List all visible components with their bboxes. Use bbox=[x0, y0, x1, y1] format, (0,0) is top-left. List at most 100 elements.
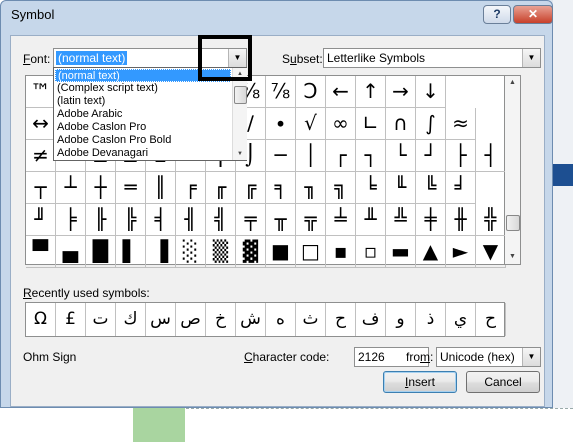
symbol-cell[interactable]: ▐ bbox=[146, 236, 176, 268]
symbol-cell[interactable]: → bbox=[386, 76, 416, 108]
symbol-cell[interactable]: ┐ bbox=[356, 140, 386, 172]
recent-symbol-cell[interactable]: ذ bbox=[416, 303, 446, 336]
symbol-cell[interactable]: ← bbox=[326, 76, 356, 108]
insert-button[interactable]: Insert bbox=[383, 371, 457, 393]
scroll-up-icon[interactable]: ▲ bbox=[505, 76, 520, 90]
symbol-cell[interactable]: ╡ bbox=[146, 204, 176, 236]
symbol-cell[interactable]: ┼ bbox=[86, 172, 116, 204]
symbol-cell[interactable]: ▲ bbox=[416, 236, 446, 268]
recent-symbol-cell[interactable]: ف bbox=[356, 303, 386, 336]
recent-symbol-cell[interactable]: £ bbox=[56, 303, 86, 336]
symbol-cell[interactable]: ▼ bbox=[476, 236, 506, 268]
symbol-cell[interactable]: ≈ bbox=[446, 108, 476, 140]
symbol-cell[interactable]: ▒ bbox=[206, 236, 236, 268]
symbol-cell[interactable]: ╚ bbox=[416, 172, 446, 204]
symbol-cell[interactable]: ╧ bbox=[326, 204, 356, 236]
symbol-cell[interactable]: ∫ bbox=[416, 108, 446, 140]
recent-symbol-cell[interactable]: Ω bbox=[26, 303, 56, 336]
symbol-cell[interactable]: └ bbox=[386, 140, 416, 172]
recent-symbol-cell[interactable]: ص bbox=[176, 303, 206, 336]
symbol-cell[interactable]: ┤ bbox=[476, 140, 506, 172]
symbol-cell[interactable]: ≠ bbox=[26, 140, 56, 172]
symbol-cell[interactable]: ↔ bbox=[26, 108, 56, 140]
font-option[interactable]: (Complex script text) bbox=[55, 82, 231, 95]
symbol-cell[interactable]: ╔ bbox=[236, 172, 266, 204]
cancel-button[interactable]: Cancel bbox=[466, 371, 540, 393]
font-option[interactable]: (normal text) bbox=[55, 69, 231, 82]
recent-symbol-cell[interactable]: ك bbox=[116, 303, 146, 336]
recent-symbol-cell[interactable]: ث bbox=[296, 303, 326, 336]
recent-symbol-cell[interactable]: ش bbox=[236, 303, 266, 336]
symbol-cell[interactable]: ═ bbox=[116, 172, 146, 204]
symbol-cell[interactable]: ▌ bbox=[116, 236, 146, 268]
symbol-cell[interactable]: ▓ bbox=[236, 236, 266, 268]
symbol-cell[interactable]: ╢ bbox=[176, 204, 206, 236]
symbol-cell[interactable]: ╒ bbox=[176, 172, 206, 204]
help-button[interactable]: ? bbox=[483, 5, 511, 24]
scroll-up-icon[interactable]: ▲ bbox=[233, 68, 247, 80]
chevron-down-icon[interactable]: ▼ bbox=[228, 49, 246, 67]
symbol-cell[interactable]: ╘ bbox=[356, 172, 386, 204]
symbol-cell[interactable]: ╤ bbox=[236, 204, 266, 236]
symbol-cell[interactable]: ╕ bbox=[266, 172, 296, 204]
symbol-cell[interactable]: ∙ bbox=[266, 108, 296, 140]
symbol-cell[interactable]: ╙ bbox=[386, 172, 416, 204]
symbol-cell[interactable]: ™ bbox=[26, 76, 56, 108]
symbol-cell[interactable]: ▬ bbox=[386, 236, 416, 268]
recent-symbol-cell[interactable]: ح bbox=[476, 303, 506, 336]
recent-symbol-cell[interactable]: خ bbox=[206, 303, 236, 336]
close-button[interactable]: ✕ bbox=[513, 5, 553, 24]
symbol-cell[interactable]: ┬ bbox=[26, 172, 56, 204]
symbol-cell[interactable]: ∞ bbox=[326, 108, 356, 140]
symbol-cell[interactable]: │ bbox=[296, 140, 326, 172]
symbol-cell[interactable]: ╫ bbox=[446, 204, 476, 236]
chevron-down-icon[interactable]: ▼ bbox=[522, 49, 540, 67]
symbol-cell[interactable]: ╖ bbox=[296, 172, 326, 204]
symbol-cell[interactable]: ╛ bbox=[446, 172, 476, 204]
symbol-cell[interactable]: ║ bbox=[146, 172, 176, 204]
symbol-cell[interactable]: ╟ bbox=[86, 204, 116, 236]
font-option[interactable]: Adobe Caslon Pro bbox=[55, 121, 231, 134]
symbol-cell[interactable]: ▀ bbox=[26, 236, 56, 268]
symbol-cell[interactable]: ▪ bbox=[326, 236, 356, 268]
font-option[interactable]: Adobe Caslon Pro Bold bbox=[55, 134, 231, 147]
scroll-down-icon[interactable]: ▼ bbox=[233, 148, 247, 160]
recent-symbol-cell[interactable]: ي bbox=[446, 303, 476, 336]
symbol-grid-scrollbar[interactable]: ▲ ▼ bbox=[505, 75, 521, 265]
symbol-cell[interactable]: ─ bbox=[266, 140, 296, 172]
symbol-cell[interactable]: ├ bbox=[446, 140, 476, 172]
symbol-cell[interactable]: ╞ bbox=[56, 204, 86, 236]
symbol-cell[interactable]: █ bbox=[86, 236, 116, 268]
font-option[interactable]: (latin text) bbox=[55, 95, 231, 108]
font-dropdown-scrollbar[interactable]: ▲ ▼ bbox=[232, 68, 247, 160]
symbol-cell[interactable]: ╦ bbox=[296, 204, 326, 236]
symbol-cell[interactable]: ╣ bbox=[206, 204, 236, 236]
symbol-cell[interactable]: ╠ bbox=[116, 204, 146, 236]
recent-symbol-cell[interactable]: ت bbox=[86, 303, 116, 336]
symbol-cell[interactable]: ┴ bbox=[56, 172, 86, 204]
symbol-cell[interactable]: ╜ bbox=[26, 204, 56, 236]
symbol-cell[interactable]: ╓ bbox=[206, 172, 236, 204]
symbol-cell[interactable]: ∟ bbox=[356, 108, 386, 140]
symbol-cell[interactable]: □ bbox=[296, 236, 326, 268]
recent-symbol-cell[interactable]: و bbox=[386, 303, 416, 336]
scrollbar-thumb[interactable] bbox=[506, 215, 520, 231]
symbol-cell[interactable]: ╗ bbox=[326, 172, 356, 204]
scroll-down-icon[interactable]: ▼ bbox=[505, 250, 520, 264]
recent-symbols-row[interactable]: Ω £ ت ك س ص خ ش ه ث ح ف و ذ ي ح bbox=[25, 302, 506, 337]
recent-symbol-cell[interactable]: ح bbox=[326, 303, 356, 336]
font-option[interactable]: Adobe Devanagari bbox=[55, 147, 231, 160]
symbol-cell[interactable]: ► bbox=[446, 236, 476, 268]
symbol-cell[interactable]: ↓ bbox=[416, 76, 446, 108]
symbol-cell[interactable]: ⅞ bbox=[266, 76, 296, 108]
symbol-cell[interactable]: ╥ bbox=[266, 204, 296, 236]
symbol-cell[interactable]: ↑ bbox=[356, 76, 386, 108]
symbol-cell[interactable]: ╩ bbox=[386, 204, 416, 236]
symbol-cell[interactable]: Ↄ bbox=[296, 76, 326, 108]
font-option[interactable]: Adobe Arabic bbox=[55, 108, 231, 121]
font-dropdown-list[interactable]: (normal text) (Complex script text) (lat… bbox=[53, 67, 247, 161]
symbol-cell[interactable]: ╨ bbox=[356, 204, 386, 236]
symbol-cell[interactable]: ╬ bbox=[476, 204, 506, 236]
from-combo[interactable]: Unicode (hex) ▼ bbox=[436, 347, 541, 367]
symbol-cell[interactable]: ∩ bbox=[386, 108, 416, 140]
